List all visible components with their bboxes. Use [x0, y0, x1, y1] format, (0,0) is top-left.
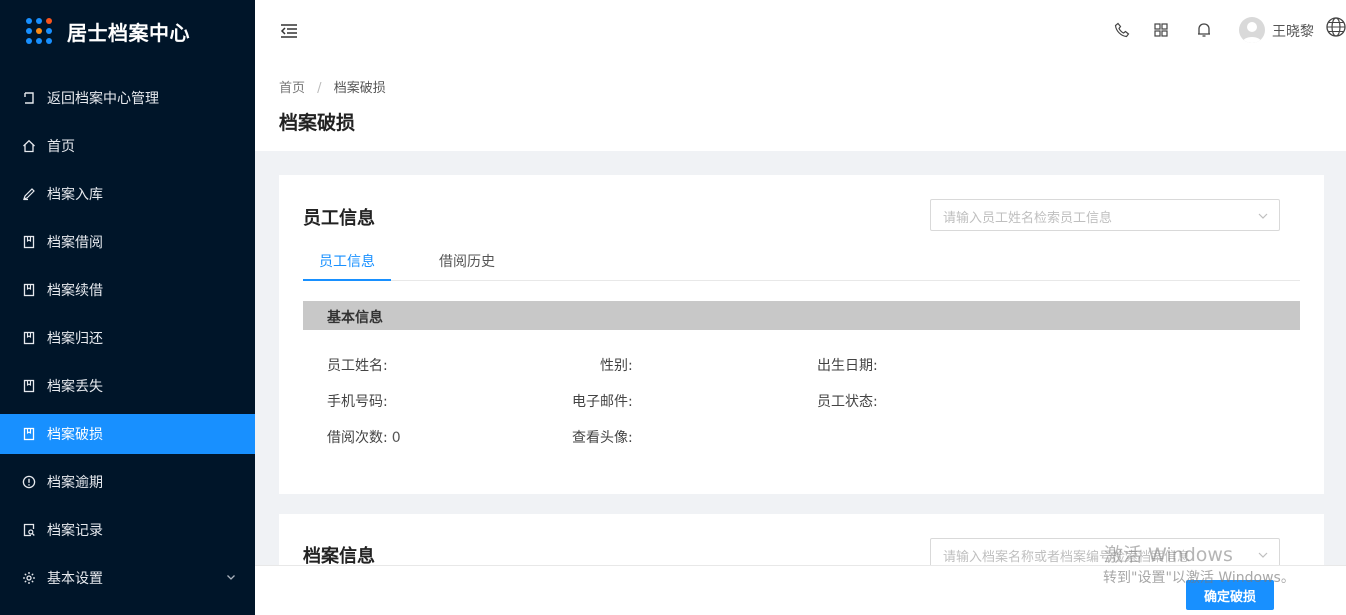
- field-employee-status: 员工状态:: [817, 394, 878, 410]
- employee-search-select[interactable]: 请输入员工姓名检索员工信息: [930, 199, 1280, 231]
- sidebar-item-label: 档案归还: [47, 331, 103, 347]
- employee-tabs: 员工信息 借阅历史: [303, 245, 1300, 281]
- sidebar-item-basic-settings[interactable]: 基本设置: [0, 558, 255, 598]
- sidebar-item-label: 档案逾期: [47, 475, 103, 491]
- sidebar-item-label: 档案丢失: [47, 379, 103, 395]
- field-employee-name: 员工姓名:: [327, 358, 388, 374]
- chevron-down-icon: [1258, 213, 1268, 219]
- tab-employee-info[interactable]: 员工信息: [319, 251, 375, 271]
- avatar[interactable]: [1239, 17, 1265, 43]
- sidebar-item-archive-overdue[interactable]: 档案逾期: [0, 462, 255, 502]
- sidebar-menu: 返回档案中心管理 首页 档案入库 档案借阅 档案续借 档案归还 档案丢失 档案破…: [0, 78, 255, 598]
- sidebar-item-archive-damaged[interactable]: 档案破损: [0, 414, 255, 454]
- book-icon: [22, 235, 36, 249]
- field-birth-date: 出生日期:: [817, 358, 878, 374]
- sidebar-item-label: 基本设置: [47, 571, 103, 587]
- sidebar-item-label: 返回档案中心管理: [47, 91, 159, 107]
- menu-fold-icon[interactable]: [279, 21, 299, 41]
- activation-watermark-title: 激活 Windows: [1104, 544, 1233, 566]
- breadcrumb-home[interactable]: 首页: [279, 81, 305, 96]
- user-name[interactable]: 王晓黎: [1272, 21, 1314, 41]
- book-icon: [22, 283, 36, 297]
- sidebar-item-label: 档案破损: [47, 427, 103, 443]
- book-icon: [22, 379, 36, 393]
- breadcrumb: 首页 / 档案破损: [279, 77, 386, 96]
- book-icon: [22, 331, 36, 345]
- tab-borrow-history[interactable]: 借阅历史: [439, 251, 495, 271]
- borrow-count-value: 0: [391, 430, 401, 446]
- field-borrow-count: 借阅次数: 0: [327, 427, 401, 447]
- field-view-avatar: 查看头像:: [572, 430, 633, 446]
- return-icon: [22, 91, 36, 105]
- record-search-icon: [22, 523, 36, 537]
- bell-icon[interactable]: [1195, 21, 1213, 39]
- sidebar-item-return[interactable]: 返回档案中心管理: [0, 78, 255, 118]
- sidebar-item-archive-renew[interactable]: 档案续借: [0, 270, 255, 310]
- top-header: 王晓黎: [255, 0, 1346, 62]
- pen-icon: [22, 187, 36, 201]
- basic-info-section-bar: 基本信息: [303, 301, 1300, 330]
- activation-watermark-subtitle: 转到"设置"以激活 Windows。: [1103, 570, 1295, 586]
- sidebar-item-label: 档案借阅: [47, 235, 103, 251]
- chevron-down-icon: [227, 575, 235, 580]
- app-grid-icon: [26, 18, 52, 44]
- employee-card-title: 员工信息: [303, 208, 375, 229]
- sidebar: 居士档案中心 返回档案中心管理 首页 档案入库 档案借阅 档案续借 档案归还 档…: [0, 0, 255, 615]
- sidebar-item-archive-return[interactable]: 档案归还: [0, 318, 255, 358]
- borrow-count-label: 借阅次数:: [327, 430, 388, 446]
- field-gender: 性别:: [600, 358, 633, 374]
- app-title: 居士档案中心: [67, 20, 190, 45]
- home-icon: [22, 139, 36, 153]
- employee-info-card: 员工信息 请输入员工姓名检索员工信息 员工信息 借阅历史 基本信息 员工姓名: …: [279, 175, 1324, 494]
- page-title: 档案破损: [279, 112, 356, 134]
- globe-icon[interactable]: [1325, 16, 1346, 38]
- alert-circle-icon: [22, 475, 36, 489]
- breadcrumb-current: 档案破损: [333, 81, 386, 96]
- field-phone: 手机号码:: [327, 394, 388, 410]
- breadcrumb-separator: /: [317, 81, 322, 96]
- chevron-down-icon: [1258, 552, 1268, 558]
- sidebar-item-label: 档案记录: [47, 523, 103, 539]
- sidebar-item-label: 首页: [47, 139, 75, 155]
- employee-search-placeholder: 请输入员工姓名检索员工信息: [943, 211, 1113, 226]
- book-icon: [22, 427, 36, 441]
- sidebar-item-archive-borrow[interactable]: 档案借阅: [0, 222, 255, 262]
- sidebar-item-archive-in[interactable]: 档案入库: [0, 174, 255, 214]
- sidebar-item-archive-records[interactable]: 档案记录: [0, 510, 255, 550]
- section-title: 基本信息: [327, 310, 383, 326]
- field-email: 电子邮件:: [572, 394, 633, 410]
- phone-icon[interactable]: [1113, 21, 1131, 39]
- sidebar-item-label: 档案入库: [47, 187, 103, 203]
- sidebar-item-archive-lost[interactable]: 档案丢失: [0, 366, 255, 406]
- gear-icon: [22, 571, 36, 585]
- apps-icon[interactable]: [1152, 21, 1170, 39]
- sidebar-item-home[interactable]: 首页: [0, 126, 255, 166]
- page-header: 首页 / 档案破损 档案破损: [255, 62, 1346, 151]
- logo: 居士档案中心: [0, 0, 255, 62]
- tab-active-indicator: [303, 279, 391, 281]
- sidebar-item-label: 档案续借: [47, 283, 103, 299]
